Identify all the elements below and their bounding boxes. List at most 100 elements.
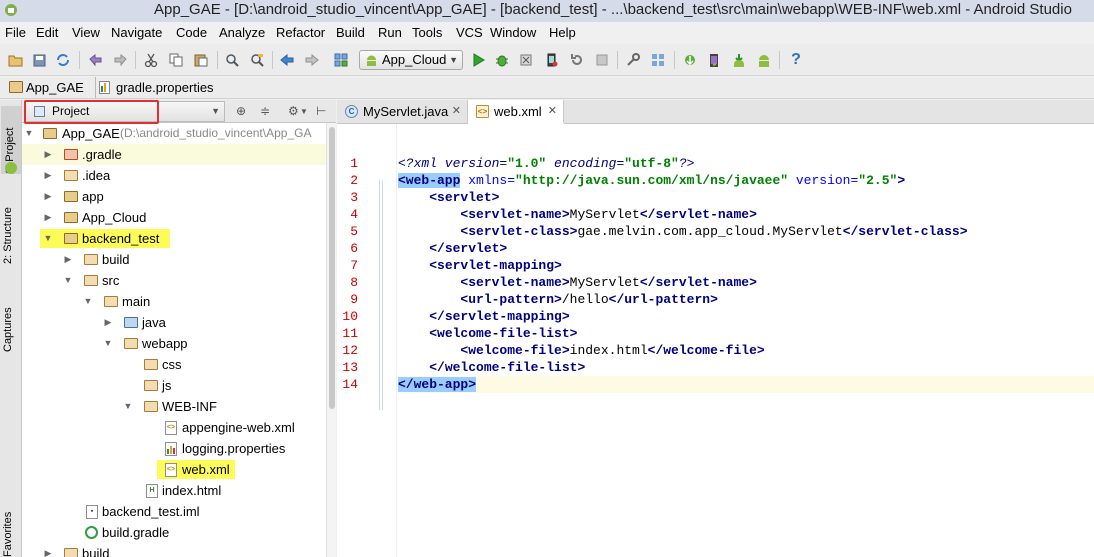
cut-icon[interactable] <box>143 52 159 68</box>
html-file-icon: H <box>146 484 158 498</box>
stop-icon[interactable] <box>594 52 610 68</box>
tree-item-web-inf[interactable]: ▼ WEB-INF <box>22 396 326 417</box>
run-configuration-select[interactable]: App_Cloud ▼ <box>359 50 463 70</box>
save-icon[interactable] <box>31 52 47 68</box>
menu-navigate[interactable]: Navigate <box>111 22 162 44</box>
back-icon[interactable] <box>279 52 295 68</box>
menu-edit[interactable]: Edit <box>36 22 58 44</box>
sdk-manager-icon[interactable] <box>731 52 747 68</box>
tree-item-webapp[interactable]: ▼ webapp <box>22 333 326 354</box>
line-number: 9 <box>350 292 358 307</box>
tree-item-backend-test[interactable]: ▼ backend_test <box>22 228 326 249</box>
chevron-right-icon[interactable]: ▶ <box>43 186 53 207</box>
folder-icon <box>124 338 138 349</box>
chevron-down-icon: ▼ <box>211 106 220 116</box>
chevron-right-icon[interactable]: ▶ <box>103 312 113 333</box>
forward-icon[interactable] <box>304 52 320 68</box>
chevron-down-icon[interactable]: ▼ <box>43 228 53 249</box>
tree-item-backend-test-iml[interactable]: ▪ backend_test.iml <box>22 501 326 522</box>
breadcrumb-gradle-properties[interactable]: gradle.properties <box>96 77 214 98</box>
gear-icon[interactable]: ⚙ <box>288 104 299 118</box>
settings-icon[interactable] <box>625 52 641 68</box>
tree-item-index-html[interactable]: H index.html <box>22 480 326 501</box>
tree-item-app[interactable]: ▶ app <box>22 186 326 207</box>
tab-captures-tool[interactable]: Captures <box>2 290 14 352</box>
chevron-right-icon[interactable]: ▶ <box>43 144 53 165</box>
menu-vcs[interactable]: VCS <box>456 22 483 44</box>
chevron-right-icon[interactable]: ▶ <box>43 543 53 557</box>
tree-item-web-xml[interactable]: <> web.xml <box>22 459 326 480</box>
breadcrumb-app-gae[interactable]: App_GAE <box>6 77 84 98</box>
tree-item-java[interactable]: ▶ java <box>22 312 326 333</box>
menu-file[interactable]: File <box>5 22 26 44</box>
project-tree-scrollbar[interactable] <box>326 123 336 557</box>
chevron-down-icon[interactable]: ▼ <box>123 396 133 417</box>
rerun-icon[interactable] <box>569 52 585 68</box>
chevron-right-icon[interactable]: ▶ <box>43 207 53 228</box>
menu-tools[interactable]: Tools <box>412 22 442 44</box>
code-editor[interactable]: <?xml version="1.0" encoding="utf-8"?> <… <box>398 124 1094 557</box>
project-structure-icon[interactable] <box>650 52 666 68</box>
chevron-down-icon[interactable]: ▼ <box>63 270 73 291</box>
tree-item-build-gradle[interactable]: build.gradle <box>22 522 326 543</box>
chevron-down-icon[interactable]: ▼ <box>24 123 34 144</box>
tree-item-build-2[interactable]: ▶ build <box>22 543 326 557</box>
menu-view[interactable]: View <box>72 22 100 44</box>
debug-icon[interactable] <box>494 52 510 68</box>
tree-item-label: build <box>102 252 130 267</box>
menu-help[interactable]: Help <box>549 22 576 44</box>
help-icon[interactable]: ? <box>788 52 804 68</box>
chevron-right-icon[interactable]: ▶ <box>43 165 53 186</box>
tree-item-gradle-dir[interactable]: ▶ .gradle <box>22 144 326 165</box>
tree-item-app-gae[interactable]: ▼ App_GAE (D:\android_studio_vincent\App… <box>22 123 326 144</box>
tree-item-src[interactable]: ▼ src <box>22 270 326 291</box>
tree-item-idea[interactable]: ▶ .idea <box>22 165 326 186</box>
tree-item-app-cloud[interactable]: ▶ App_Cloud <box>22 207 326 228</box>
menu-run[interactable]: Run <box>378 22 402 44</box>
replace-icon[interactable] <box>249 52 265 68</box>
make-project-icon[interactable] <box>333 52 349 68</box>
scroll-from-source-icon[interactable]: ⊕ <box>236 104 246 118</box>
tab-web-xml[interactable]: <> web.xml ✕ <box>468 100 564 124</box>
tree-item-js[interactable]: js <box>22 375 326 396</box>
tab-favorites-tool[interactable]: Favorites <box>2 505 14 557</box>
hide-panel-icon[interactable]: ⊢ <box>316 104 326 118</box>
tree-item-logging-properties[interactable]: logging.properties <box>22 438 326 459</box>
menu-code[interactable]: Code <box>176 22 207 44</box>
redo-icon[interactable] <box>112 52 128 68</box>
project-view-select[interactable]: Project ▼ <box>25 101 225 122</box>
device-monitor-icon[interactable] <box>544 52 560 68</box>
tab-structure-tool[interactable]: 2: Structure <box>2 192 14 264</box>
tree-item-appengine-web-xml[interactable]: <> appengine-web.xml <box>22 417 326 438</box>
run-icon[interactable] <box>470 52 486 68</box>
paste-icon[interactable] <box>193 52 209 68</box>
attach-debugger-icon[interactable] <box>518 52 534 68</box>
chevron-down-icon[interactable]: ▼ <box>103 333 113 354</box>
tree-item-main[interactable]: ▼ main <box>22 291 326 312</box>
tree-item-css[interactable]: css <box>22 354 326 375</box>
collapse-all-icon[interactable]: ≑ <box>260 104 270 118</box>
chevron-down-icon[interactable]: ▼ <box>83 291 93 312</box>
menu-refactor[interactable]: Refactor <box>276 22 325 44</box>
sync-icon[interactable] <box>55 52 71 68</box>
tab-myservlet-java[interactable]: C MyServlet.java ✕ <box>337 100 468 124</box>
tab-label: Favorites <box>2 511 14 557</box>
scrollbar-thumb[interactable] <box>329 127 335 409</box>
tree-item-build[interactable]: ▶ build <box>22 249 326 270</box>
chevron-right-icon[interactable]: ▶ <box>63 249 73 270</box>
menu-build[interactable]: Build <box>336 22 365 44</box>
open-icon[interactable] <box>7 52 23 68</box>
menu-analyze[interactable]: Analyze <box>219 22 265 44</box>
avd-manager-icon[interactable] <box>706 52 722 68</box>
close-icon[interactable]: ✕ <box>452 100 461 123</box>
copy-icon[interactable] <box>168 52 184 68</box>
gradle-sync-icon[interactable] <box>682 52 698 68</box>
android-device-icon[interactable] <box>756 52 772 68</box>
chevron-down-icon[interactable]: ▼ <box>300 107 308 116</box>
navigation-bar: App_GAE gradle.properties <box>0 77 1094 99</box>
menu-window[interactable]: Window <box>490 22 536 44</box>
undo-icon[interactable] <box>88 52 104 68</box>
line-number: 1 <box>350 156 358 171</box>
find-icon[interactable] <box>224 52 240 68</box>
close-icon[interactable]: ✕ <box>548 100 557 123</box>
